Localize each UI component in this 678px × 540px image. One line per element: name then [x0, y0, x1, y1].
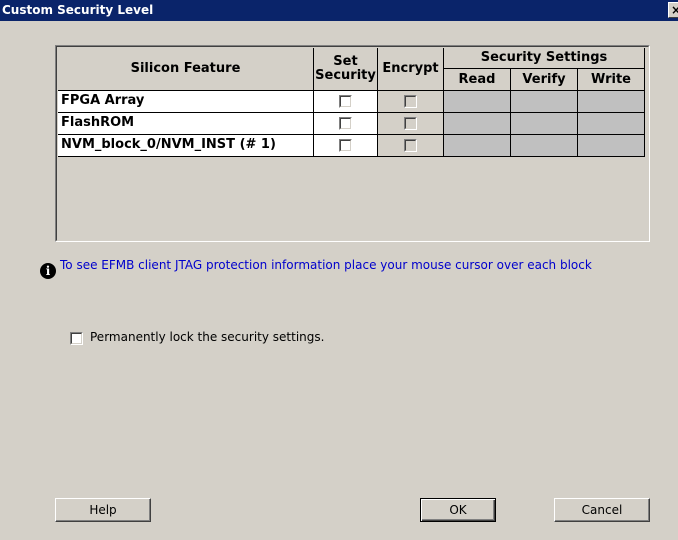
header-verify: Verify: [511, 69, 578, 91]
close-icon: ×: [670, 3, 678, 17]
header-write: Write: [578, 69, 645, 91]
encrypt-cell: [378, 135, 444, 157]
header-silicon-feature: Silicon Feature: [58, 48, 314, 91]
encrypt-checkbox[interactable]: [404, 139, 417, 152]
encrypt-checkbox[interactable]: [404, 117, 417, 130]
encrypt-cell: [378, 91, 444, 113]
close-button[interactable]: ×: [668, 2, 678, 18]
help-button[interactable]: Help: [55, 498, 151, 522]
permanent-lock-checkbox[interactable]: [70, 332, 83, 345]
permanent-lock-label[interactable]: Permanently lock the security settings.: [90, 330, 324, 344]
set-security-cell: [314, 113, 378, 135]
header-read: Read: [444, 69, 511, 91]
write-cell[interactable]: [578, 91, 645, 113]
row-feature-label: FlashROM: [58, 113, 314, 135]
set-security-checkbox[interactable]: [339, 117, 352, 130]
verify-cell[interactable]: [511, 113, 578, 135]
encrypt-cell: [378, 113, 444, 135]
row-feature-label: FPGA Array: [58, 91, 314, 113]
security-grid: Silicon Feature Set Security Encrypt Sec…: [55, 45, 650, 242]
header-security-settings: Security Settings: [444, 48, 645, 69]
info-glyph: i: [45, 264, 51, 278]
set-security-checkbox[interactable]: [339, 139, 352, 152]
read-cell[interactable]: [444, 91, 511, 113]
info-message: To see EFMB client JTAG protection infor…: [60, 258, 592, 272]
encrypt-checkbox[interactable]: [404, 95, 417, 108]
set-security-cell: [314, 135, 378, 157]
set-security-cell: [314, 91, 378, 113]
read-cell[interactable]: [444, 113, 511, 135]
row-feature-label: NVM_block_0/NVM_INST (# 1): [58, 135, 314, 157]
set-security-checkbox[interactable]: [339, 95, 352, 108]
write-cell[interactable]: [578, 135, 645, 157]
write-cell[interactable]: [578, 113, 645, 135]
header-set-security: Set Security: [314, 48, 378, 91]
read-cell[interactable]: [444, 135, 511, 157]
title-bar: Custom Security Level ×: [0, 0, 678, 21]
ok-button[interactable]: OK: [420, 498, 496, 522]
cancel-button[interactable]: Cancel: [554, 498, 650, 522]
window-title: Custom Security Level: [2, 3, 154, 17]
verify-cell[interactable]: [511, 91, 578, 113]
verify-cell[interactable]: [511, 135, 578, 157]
info-icon: i: [40, 263, 56, 279]
header-encrypt: Encrypt: [378, 48, 444, 91]
